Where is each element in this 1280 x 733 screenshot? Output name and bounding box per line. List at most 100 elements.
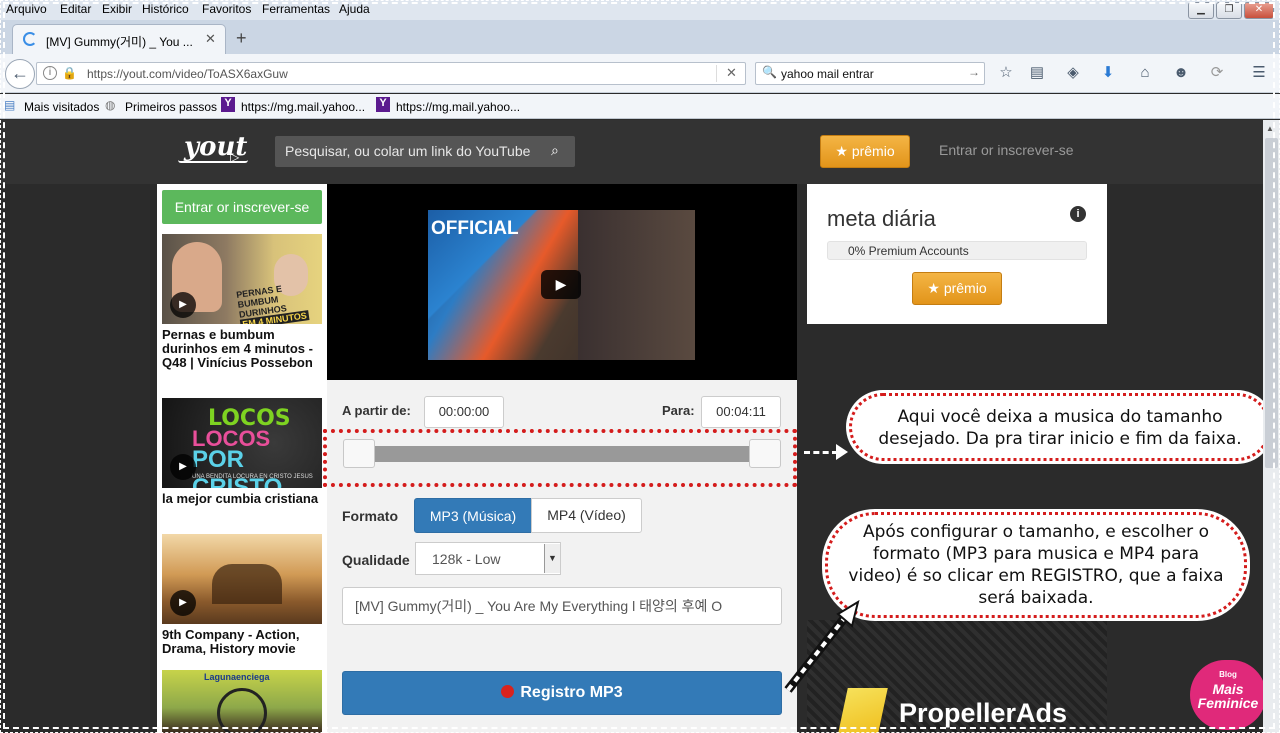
video-thumbnail[interactable]: LOCOS LOCOS POR CRISTO UNA BENDITA LOCUR… <box>162 398 322 488</box>
goal-title: meta diária <box>827 206 936 231</box>
menu-arquivo[interactable]: Arquivo <box>6 2 47 16</box>
thumb-text: UNA BENDITA LOCURA EN CRISTO JESUS <box>192 474 313 480</box>
window-controls: ▁ ❐ ✕ <box>1188 2 1274 19</box>
bookmark-yahoo-2[interactable]: https://mg.mail.yahoo... <box>396 100 520 114</box>
menu-exibir[interactable]: Exibir <box>102 2 132 16</box>
video-title[interactable]: Pernas e bumbum durinhos em 4 minutos - … <box>162 328 326 370</box>
clear-url-icon[interactable]: ✕ <box>716 65 746 82</box>
star-icon[interactable]: ☆ <box>997 64 1015 82</box>
chat-icon[interactable]: ☻ <box>1172 64 1190 82</box>
format-label: Formato <box>342 508 398 524</box>
url-bar[interactable]: i 🔒 https://yout.com/video/ToASX6axGuw ✕ <box>36 62 746 85</box>
to-time-input[interactable]: 00:04:11 <box>701 396 781 428</box>
hamburger-menu-icon[interactable]: ☰ <box>1250 64 1268 82</box>
signin-button[interactable]: Entrar or inscrever-se <box>162 190 322 224</box>
video-thumbnail[interactable]: ▶ <box>162 534 322 624</box>
thumb-text: Lagunaenciega <box>204 672 270 682</box>
menu-favoritos[interactable]: Favoritos <box>202 2 251 16</box>
yout-logo[interactable]: yout ▷ <box>178 130 253 172</box>
menu-historico[interactable]: Histórico <box>142 2 189 16</box>
register-button[interactable]: Registro MP3 <box>342 671 782 715</box>
scroll-up-icon: ▲ <box>1266 124 1274 133</box>
goal-progress-bar: 0% Premium Accounts <box>827 241 1087 260</box>
quality-select[interactable]: 128k - Low ▼ <box>415 542 561 575</box>
blog-badge: Blog Mais Feminice <box>1190 660 1266 730</box>
circle-graphic <box>217 688 267 733</box>
arrow-line <box>804 451 838 454</box>
title-input[interactable]: [MV] Gummy(거미) _ You Are My Everything l… <box>342 587 782 625</box>
scrollbar-thumb <box>1265 138 1278 468</box>
back-button[interactable]: ← <box>5 59 35 89</box>
menu-bar: Arquivo Editar Exibir Histórico Favorito… <box>0 0 1280 20</box>
badge-text: Mais <box>1212 681 1244 697</box>
format-mp3-button[interactable]: MP3 (Música) <box>414 498 532 533</box>
menu-ajuda[interactable]: Ajuda <box>339 2 370 16</box>
maximize-icon[interactable]: ❐ <box>1216 2 1242 19</box>
video-thumbnail[interactable]: PERNAS E BUMBUM DURINHOS EM 4 MINUTOS ▶ <box>162 234 322 324</box>
play-icon: ▶ <box>170 292 196 318</box>
quality-value: 128k - Low <box>432 551 501 567</box>
loading-icon <box>23 32 37 46</box>
play-icon[interactable]: ▶ <box>541 270 581 299</box>
download-icon[interactable]: ⬇ <box>1099 64 1117 82</box>
video-title[interactable]: 9th Company - Action, Drama, History mov… <box>162 628 326 656</box>
from-time-input[interactable]: 00:00:00 <box>424 396 504 428</box>
video-title[interactable]: la mejor cumbia cristiana <box>162 492 326 506</box>
browser-tab[interactable]: [MV] Gummy(거미) _ You ... ✕ <box>12 24 226 54</box>
video-frame[interactable]: OFFICIAL ▶ <box>428 210 695 360</box>
site-search-input[interactable]: Pesquisar, ou colar um link do YouTube ⌕ <box>275 136 575 167</box>
site-search-placeholder: Pesquisar, ou colar um link do YouTube <box>285 143 531 159</box>
search-icon: 🔍 <box>762 65 777 79</box>
info-icon[interactable]: i <box>43 66 57 80</box>
from-label: A partir de: <box>342 403 411 418</box>
url-text: https://yout.com/video/ToASX6axGuw <box>87 67 288 81</box>
annotation-callout: Aqui você deixa a musica do tamanho dese… <box>849 393 1271 461</box>
goal-progress-text: 0% Premium Accounts <box>848 244 969 258</box>
thumb-text: POR CRISTO <box>192 446 283 488</box>
search-go-icon[interactable]: → <box>968 65 980 79</box>
register-label: Registro MP3 <box>520 684 623 701</box>
soldiers-silhouette <box>212 564 282 604</box>
to-label: Para: <box>662 403 695 418</box>
ad-brand: PropellerAds <box>899 698 1068 728</box>
bookmark-mais-visitados[interactable]: Mais visitados <box>24 100 99 114</box>
new-tab-icon[interactable]: + <box>236 28 247 49</box>
record-icon <box>501 685 515 698</box>
yahoo-icon: Y <box>221 97 235 112</box>
bookmark-primeiros-passos[interactable]: Primeiros passos <box>125 100 217 114</box>
sync-icon[interactable]: ⟳ <box>1208 64 1226 82</box>
reading-list-icon[interactable]: ▤ <box>1028 64 1046 82</box>
signin-link[interactable]: Entrar or inscrever-se <box>939 142 1074 158</box>
slider-highlight <box>323 429 797 487</box>
video-thumbnail[interactable]: Lagunaenciega <box>162 670 322 733</box>
info-icon[interactable]: i <box>1070 206 1086 222</box>
annotation-callout: Após configurar o tamanho, e escolher o … <box>825 512 1247 618</box>
badge-text: Feminice <box>1197 695 1259 711</box>
quality-label: Qualidade <box>342 552 410 568</box>
play-icon: ▶ <box>170 454 196 480</box>
search-bar[interactable]: 🔍 yahoo mail entrar → <box>755 62 985 85</box>
premio-button[interactable]: ★ prêmio <box>820 135 910 168</box>
pocket-icon[interactable]: ◈ <box>1064 64 1082 82</box>
arrow-head <box>836 444 848 460</box>
bookmarks-bar: ▤ Mais visitados ◍ Primeiros passos Y ht… <box>0 94 1280 119</box>
scrollbar[interactable]: ▲ <box>1263 120 1280 733</box>
chevron-down-icon[interactable]: ▼ <box>544 544 560 573</box>
logo-swoosh <box>178 160 248 163</box>
minimize-icon[interactable]: ▁ <box>1188 2 1214 19</box>
menu-ferramentas[interactable]: Ferramentas <box>262 2 330 16</box>
tab-close-icon[interactable]: ✕ <box>205 31 216 47</box>
badge-text: Blog <box>1219 670 1237 679</box>
arrow-pointer <box>784 599 860 693</box>
close-window-icon[interactable]: ✕ <box>1244 2 1274 19</box>
yahoo-icon: Y <box>376 97 390 112</box>
format-mp4-button[interactable]: MP4 (Vídeo) <box>531 498 642 533</box>
premio-button[interactable]: ★ prêmio <box>912 272 1002 305</box>
home-icon[interactable]: ⌂ <box>1136 64 1154 82</box>
folder-icon: ▤ <box>4 98 16 112</box>
globe-icon: ◍ <box>105 98 116 112</box>
menu-editar[interactable]: Editar <box>60 2 91 16</box>
bookmark-yahoo-1[interactable]: https://mg.mail.yahoo... <box>241 100 365 114</box>
search-text: yahoo mail entrar <box>781 67 874 81</box>
search-icon[interactable]: ⌕ <box>551 142 559 159</box>
